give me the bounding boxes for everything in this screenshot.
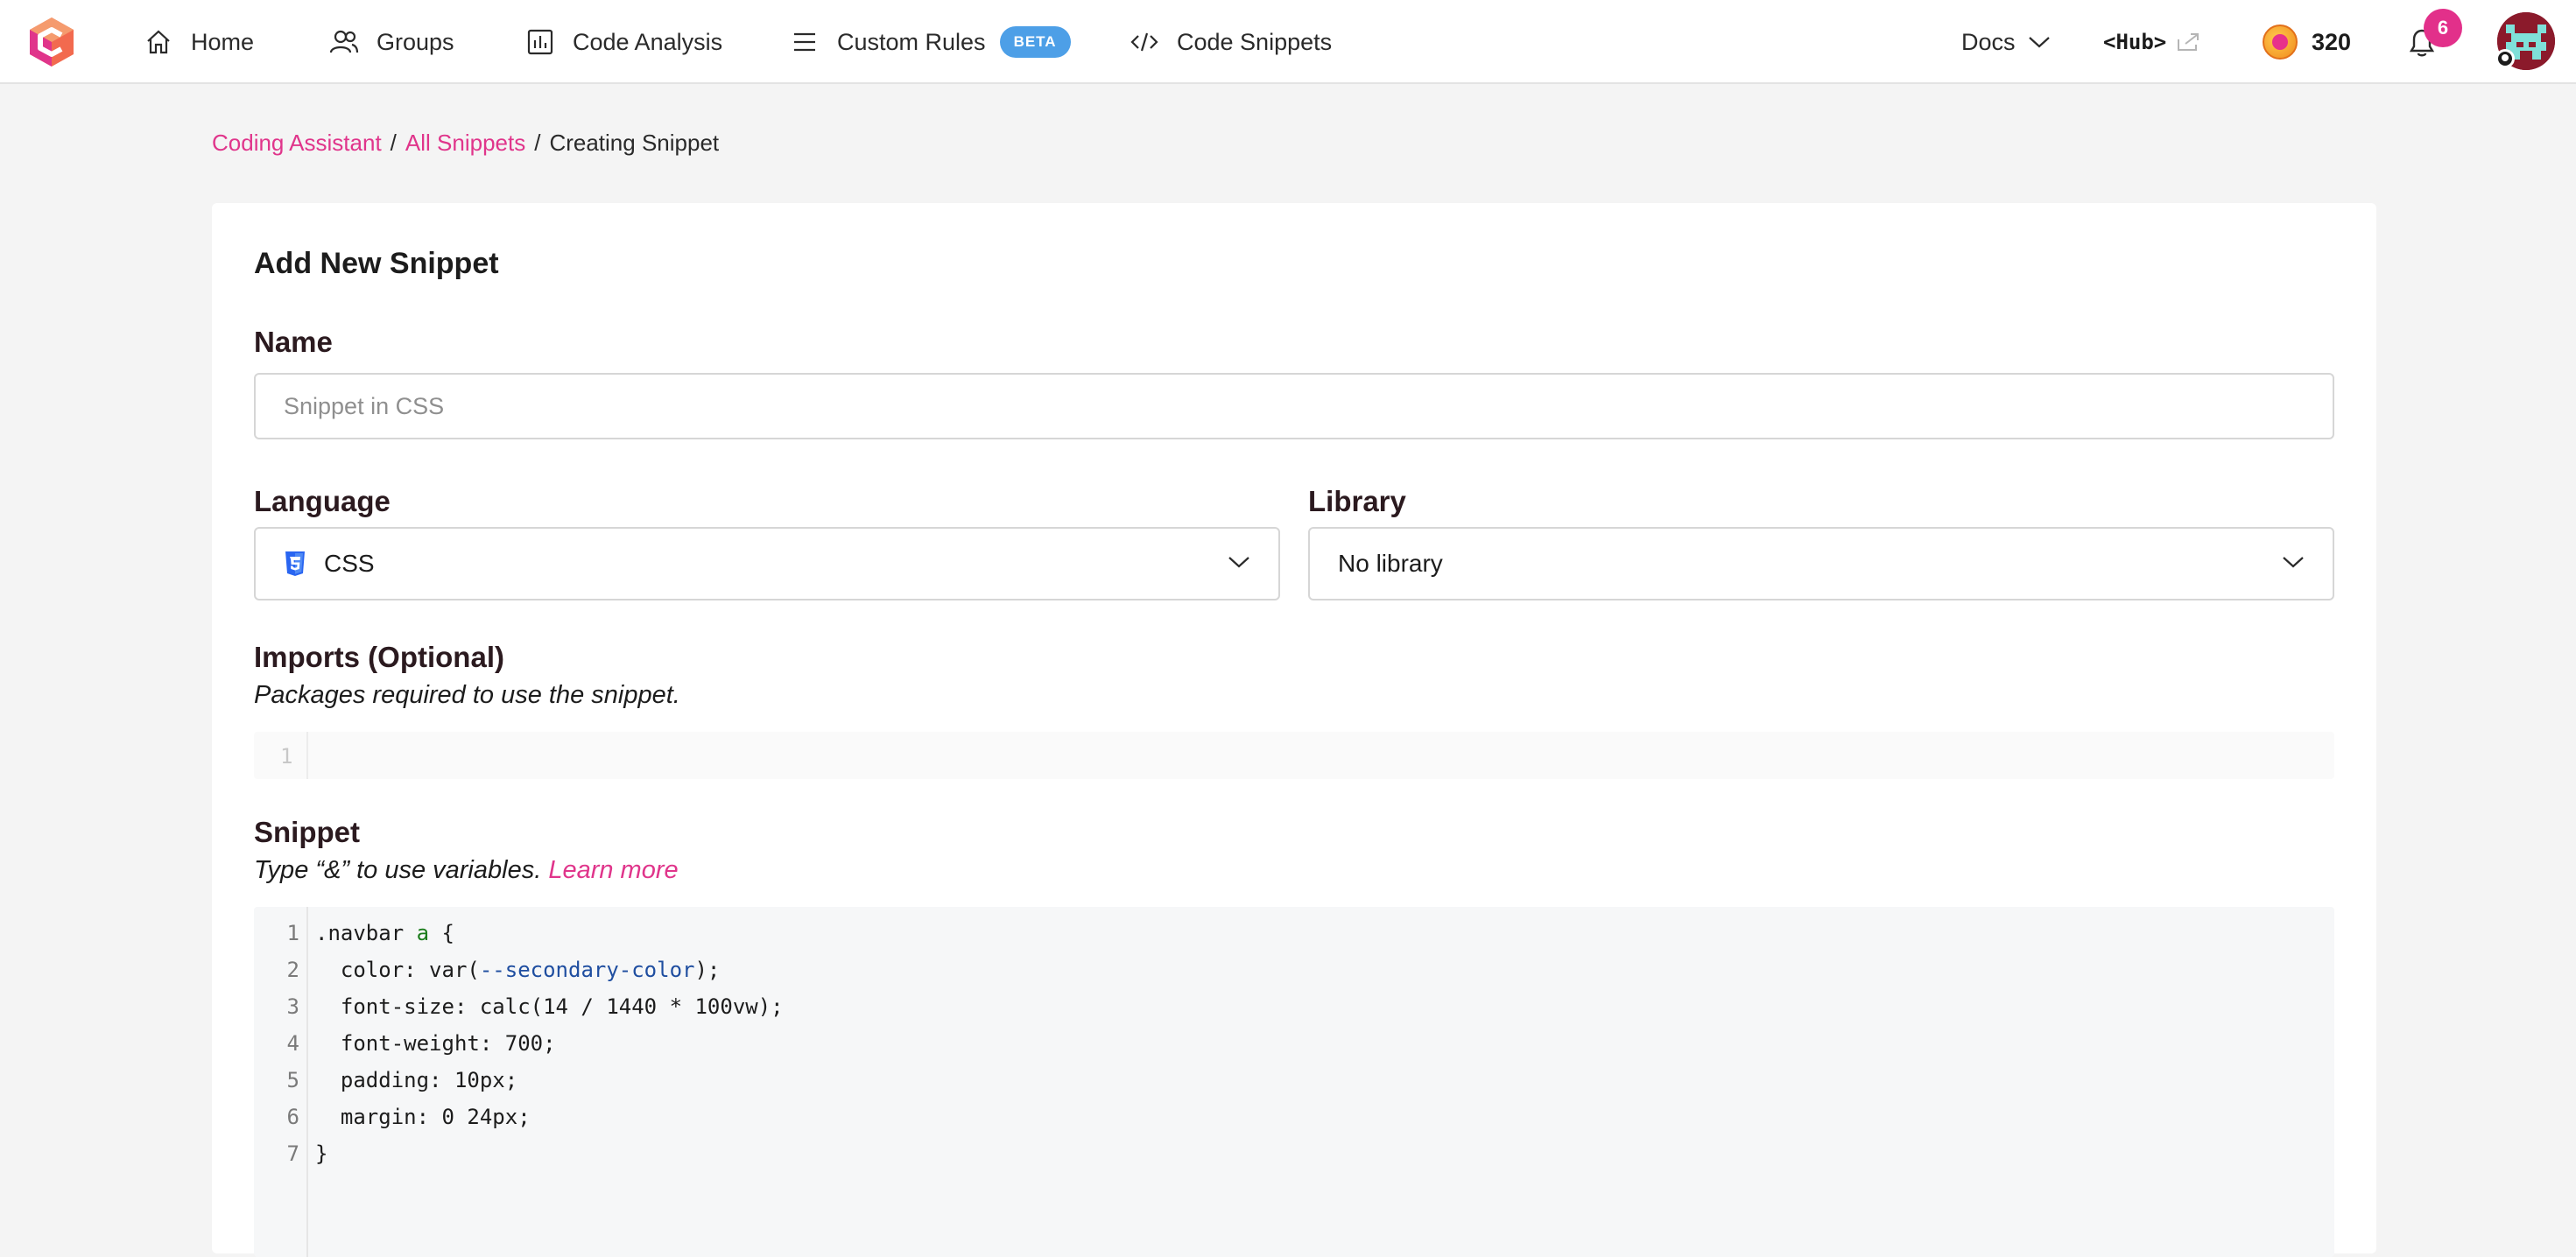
code-line: 7}: [254, 1141, 1567, 1178]
chart-icon: [525, 27, 555, 57]
chevron-down-icon: [1228, 557, 1249, 568]
coin-icon: [2263, 25, 2298, 60]
docs-dropdown[interactable]: Docs: [1961, 0, 2051, 84]
notification-count-badge: 6: [2424, 9, 2462, 47]
snippet-hint: Type “&” to use variables. Learn more: [254, 856, 679, 885]
docs-label: Docs: [1961, 28, 2016, 55]
line-number: 1: [280, 744, 293, 769]
home-icon: [144, 27, 173, 57]
top-navbar: Home Groups Code Analysis Custom Rules B…: [0, 0, 2576, 84]
imports-label: Imports (Optional): [254, 641, 504, 673]
page-title: Add New Snippet: [254, 247, 499, 280]
line-number: 1: [286, 921, 299, 945]
code-line: 2 color: var(--secondary-color);: [254, 958, 1567, 994]
chevron-down-icon: [2283, 557, 2304, 568]
nav-groups[interactable]: Groups: [329, 0, 454, 84]
code-token: --secondary-color: [479, 958, 695, 982]
language-label: Language: [254, 485, 391, 517]
code-token: );: [694, 958, 721, 982]
beta-badge: BETA: [999, 26, 1071, 58]
breadcrumb: Coding Assistant / All Snippets / Creati…: [212, 130, 719, 157]
language-select[interactable]: CSS: [254, 527, 1280, 600]
gutter-divider: [306, 732, 308, 779]
code-token: font-weight: 700;: [315, 1031, 556, 1056]
code-token: .navbar: [315, 921, 417, 945]
line-number: 3: [286, 994, 299, 1019]
nav-code-snippets-label: Code Snippets: [1177, 28, 1333, 55]
line-number: 2: [286, 958, 299, 982]
code-text: }: [315, 1141, 327, 1166]
css3-icon: [284, 551, 306, 577]
code-text: .navbar a {: [315, 921, 454, 945]
github-icon: [2495, 49, 2515, 68]
code-text: padding: 10px;: [315, 1068, 517, 1092]
nav-home[interactable]: Home: [144, 0, 254, 84]
snippet-hint-text: Type “&” to use variables.: [254, 856, 542, 884]
line-number: 7: [286, 1141, 299, 1166]
breadcrumb-separator: /: [534, 130, 541, 156]
snippet-label: Snippet: [254, 816, 360, 848]
chevron-down-icon: [2028, 37, 2050, 48]
code-token: }: [315, 1141, 328, 1166]
imports-hint: Packages required to use the snippet.: [254, 681, 680, 709]
code-line: 6 margin: 0 24px;: [254, 1105, 1567, 1141]
code-line: 4 font-weight: 700;: [254, 1031, 1567, 1068]
line-number: 6: [286, 1105, 299, 1129]
nav-custom-rules[interactable]: Custom Rules BETA: [790, 0, 1071, 84]
code-token: color: var(: [315, 958, 480, 982]
snippet-code-editor[interactable]: 1 .navbar a {2 color: var(--secondary-col…: [254, 907, 2334, 1257]
nav-code-analysis-label: Code Analysis: [573, 28, 723, 55]
points-value: 320: [2312, 28, 2352, 55]
code-token: font-size: calc(14 / 1440 * 100vw);: [315, 994, 784, 1019]
list-icon: [790, 27, 820, 57]
users-icon: [329, 27, 359, 57]
code-line: 5 padding: 10px;: [254, 1068, 1567, 1105]
imports-editor[interactable]: 1: [254, 732, 2334, 779]
hub-label: <Hub>: [2103, 30, 2167, 54]
hub-link[interactable]: <Hub>: [2103, 0, 2199, 84]
nav-home-label: Home: [191, 28, 255, 55]
external-link-icon: [2178, 33, 2199, 51]
snippet-form-card: Add New Snippet Name Language CSS Librar…: [212, 203, 2376, 1257]
name-input[interactable]: [254, 373, 2334, 439]
nav-code-snippets[interactable]: Code Snippets: [1130, 0, 1332, 84]
library-label: Library: [1308, 485, 1406, 517]
nav-groups-label: Groups: [377, 28, 454, 55]
library-select[interactable]: No library: [1308, 527, 2334, 600]
line-number: 5: [286, 1068, 299, 1092]
breadcrumb-coding-assistant[interactable]: Coding Assistant: [212, 130, 382, 157]
breadcrumb-all-snippets[interactable]: All Snippets: [405, 130, 525, 157]
code-line: 1 .navbar a {: [254, 921, 1567, 958]
code-token: a: [416, 921, 430, 945]
code-token: {: [429, 921, 454, 945]
library-value: No library: [1338, 550, 1443, 577]
code-text: font-size: calc(14 / 1440 * 100vw);: [315, 994, 784, 1019]
language-value: CSS: [324, 550, 375, 577]
points-counter[interactable]: 320: [2263, 0, 2351, 84]
app-logo[interactable]: [28, 16, 75, 68]
code-token: margin: 0 24px;: [315, 1105, 531, 1129]
line-number: 4: [286, 1031, 299, 1056]
learn-more-link[interactable]: Learn more: [548, 856, 678, 884]
code-text: color: var(--secondary-color);: [315, 958, 721, 982]
name-label: Name: [254, 326, 333, 358]
breadcrumb-separator: /: [390, 130, 397, 156]
nav-custom-rules-label: Custom Rules: [837, 28, 986, 55]
code-token: padding: 10px;: [315, 1068, 518, 1092]
code-text: font-weight: 700;: [315, 1031, 556, 1056]
nav-code-analysis[interactable]: Code Analysis: [525, 0, 722, 84]
code-text: margin: 0 24px;: [315, 1105, 531, 1129]
breadcrumb-current: Creating Snippet: [549, 130, 720, 156]
code-line: 3 font-size: calc(14 / 1440 * 100vw);: [254, 994, 1567, 1031]
code-icon: [1130, 27, 1159, 57]
